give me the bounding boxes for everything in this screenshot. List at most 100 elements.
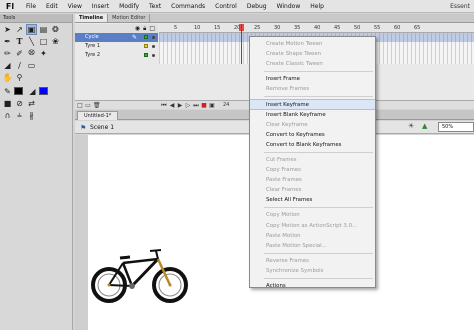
menu-item-reverse-frames[interactable]: Reverse Frames	[250, 256, 375, 266]
zoom-icon[interactable]: ⚲	[14, 72, 25, 83]
pen-icon[interactable]: ✒	[2, 36, 13, 47]
frame-ruler[interactable]: 5 10 15 20 25 30 35 40 45 50 55 60 65	[159, 24, 474, 33]
menu-help[interactable]: Help	[305, 0, 329, 13]
straighten-icon[interactable]: ∦	[26, 110, 37, 121]
free-transform-icon[interactable]: ▣	[26, 23, 37, 35]
lasso-icon[interactable]: ❂	[50, 24, 61, 35]
line-icon[interactable]: ╲	[26, 36, 37, 47]
menu-debug[interactable]: Debug	[242, 0, 272, 13]
hand-icon[interactable]: ✋	[2, 72, 13, 83]
snap-magnet-icon[interactable]: ∩	[2, 110, 13, 121]
layer-color-swatch[interactable]	[144, 44, 148, 48]
frame-rate-value[interactable]: 24	[223, 102, 229, 108]
menu-item-clear-keyframe[interactable]: Clear Keyframe	[250, 120, 375, 130]
menu-text[interactable]: Text	[144, 0, 166, 13]
menu-control[interactable]: Control	[210, 0, 242, 13]
menu-item-select-all-frames[interactable]: Select All Frames	[250, 195, 375, 205]
deco-icon[interactable]: ❀	[50, 36, 61, 47]
menu-commands[interactable]: Commands	[166, 0, 210, 13]
layer-name: Tyre 1	[85, 43, 101, 49]
pencil-icon[interactable]: ✏	[2, 48, 13, 59]
menu-item-convert-to-blank-keyframes[interactable]: Convert to Blank Keyframes	[250, 140, 375, 150]
menu-separator	[264, 207, 373, 209]
text-icon[interactable]: T	[14, 36, 25, 47]
menu-file[interactable]: File	[21, 0, 41, 13]
eraser-icon[interactable]: ▭	[26, 60, 37, 71]
scene-label[interactable]: Scene 1	[90, 123, 114, 132]
rectangle-icon[interactable]: □	[38, 36, 49, 47]
new-folder-icon[interactable]: ▭	[85, 102, 91, 109]
menu-item-copy-frames[interactable]: Copy Frames	[250, 165, 375, 175]
no-color-icon[interactable]: ⊘	[14, 98, 25, 109]
lock-icon[interactable]: 🔒︎	[143, 25, 146, 33]
menu-item-convert-to-keyframes[interactable]: Convert to Keyframes	[250, 130, 375, 140]
eye-icon[interactable]: ◉	[135, 25, 140, 32]
edit-scene-icon[interactable]: ☀	[408, 122, 414, 130]
tab-timeline[interactable]: Timeline	[75, 14, 109, 22]
outline-icon[interactable]: □	[149, 25, 155, 32]
layer-color-swatch[interactable]	[144, 35, 148, 39]
bicycle-graphic[interactable]	[90, 247, 190, 307]
menu-item-copy-motion-as-actionscript[interactable]: Copy Motion as ActionScript 3.0...	[250, 221, 375, 231]
eyedropper-icon[interactable]: ∕	[14, 60, 25, 71]
menu-insert[interactable]: Insert	[87, 0, 114, 13]
layer-dot[interactable]	[152, 45, 155, 48]
menu-item-copy-motion[interactable]: Copy Motion	[250, 210, 375, 220]
edit-symbol-icon[interactable]: ▲	[422, 122, 427, 130]
layer-dot[interactable]	[152, 54, 155, 57]
playhead[interactable]	[239, 24, 244, 64]
menu-item-synchronize-symbols[interactable]: Synchronize Symbols	[250, 266, 375, 276]
menu-item-cut-frames[interactable]: Cut Frames	[250, 155, 375, 165]
menu-window[interactable]: Window	[272, 0, 306, 13]
menu-item-paste-motion-special[interactable]: Paste Motion Special...	[250, 241, 375, 251]
menu-item-create-classic-tween[interactable]: Create Classic Tween	[250, 59, 375, 69]
last-frame-icon[interactable]: ⏭	[193, 102, 199, 109]
new-layer-icon[interactable]: □	[77, 102, 83, 109]
paint-bucket-icon[interactable]: ◢	[2, 60, 13, 71]
onion-skin-icon[interactable]: ■	[201, 102, 207, 109]
layer-dot[interactable]	[152, 36, 155, 39]
default-colors-icon[interactable]: ■	[2, 98, 13, 109]
menu-view[interactable]: View	[63, 0, 87, 13]
bone-icon[interactable]: ✦	[38, 48, 49, 59]
layer-tyre-2[interactable]: Tyre 2	[75, 51, 158, 60]
layer-tyre-1[interactable]: Tyre 1	[75, 42, 158, 51]
menu-item-paste-frames[interactable]: Paste Frames	[250, 175, 375, 185]
smooth-icon[interactable]: ⫨	[14, 110, 25, 121]
stroke-color-swatch[interactable]	[14, 87, 23, 95]
menu-item-insert-keyframe[interactable]: Insert Keyframe	[250, 99, 375, 110]
gradient-icon[interactable]: ▤	[38, 24, 49, 35]
ruler-tick: 15	[214, 25, 221, 31]
brush-icon[interactable]: ✐	[14, 48, 25, 59]
ruler-tick: 65	[414, 25, 421, 31]
step-back-icon[interactable]: ◀	[169, 102, 175, 109]
menu-item-insert-frame[interactable]: Insert Frame	[250, 74, 375, 84]
document-tab[interactable]: Untitled-1*	[77, 111, 119, 120]
menu-item-create-shape-tween[interactable]: Create Shape Tween	[250, 49, 375, 59]
selection-icon[interactable]: ➤	[2, 24, 13, 35]
pencil-icon: ✎	[131, 34, 137, 41]
edit-multiple-frames-icon[interactable]: ▣	[209, 102, 215, 109]
subselection-icon[interactable]: ↗	[14, 24, 25, 35]
delete-layer-icon[interactable]: 🗑︎	[93, 102, 101, 109]
tab-motion-editor[interactable]: Motion Editor	[108, 14, 151, 22]
playhead-handle[interactable]	[239, 24, 244, 31]
zoom-select[interactable]: 50%	[438, 122, 474, 132]
layer-cycle[interactable]: Cycle ✎	[75, 33, 158, 42]
menu-item-paste-motion[interactable]: Paste Motion	[250, 231, 375, 241]
menu-item-remove-frames[interactable]: Remove Frames	[250, 84, 375, 94]
menu-edit[interactable]: Edit	[41, 0, 63, 13]
fill-color-swatch[interactable]	[39, 87, 48, 95]
menu-item-insert-blank-keyframe[interactable]: Insert Blank Keyframe	[250, 110, 375, 120]
play-icon[interactable]: ▶	[177, 102, 183, 109]
first-frame-icon[interactable]: ⏮	[161, 102, 167, 109]
workspace-switcher[interactable]: Essent	[450, 0, 470, 13]
swap-colors-icon[interactable]: ⇄	[26, 98, 37, 109]
step-forward-icon[interactable]: ▷	[185, 102, 191, 109]
menu-item-create-motion-tween[interactable]: Create Motion Tween	[250, 39, 375, 49]
menu-modify[interactable]: Modify	[114, 0, 144, 13]
layer-color-swatch[interactable]	[144, 53, 148, 57]
menu-item-clear-frames[interactable]: Clear Frames	[250, 185, 375, 195]
ink-bottle-icon[interactable]: ⭙	[26, 48, 37, 59]
menu-item-actions[interactable]: Actions	[250, 281, 375, 291]
